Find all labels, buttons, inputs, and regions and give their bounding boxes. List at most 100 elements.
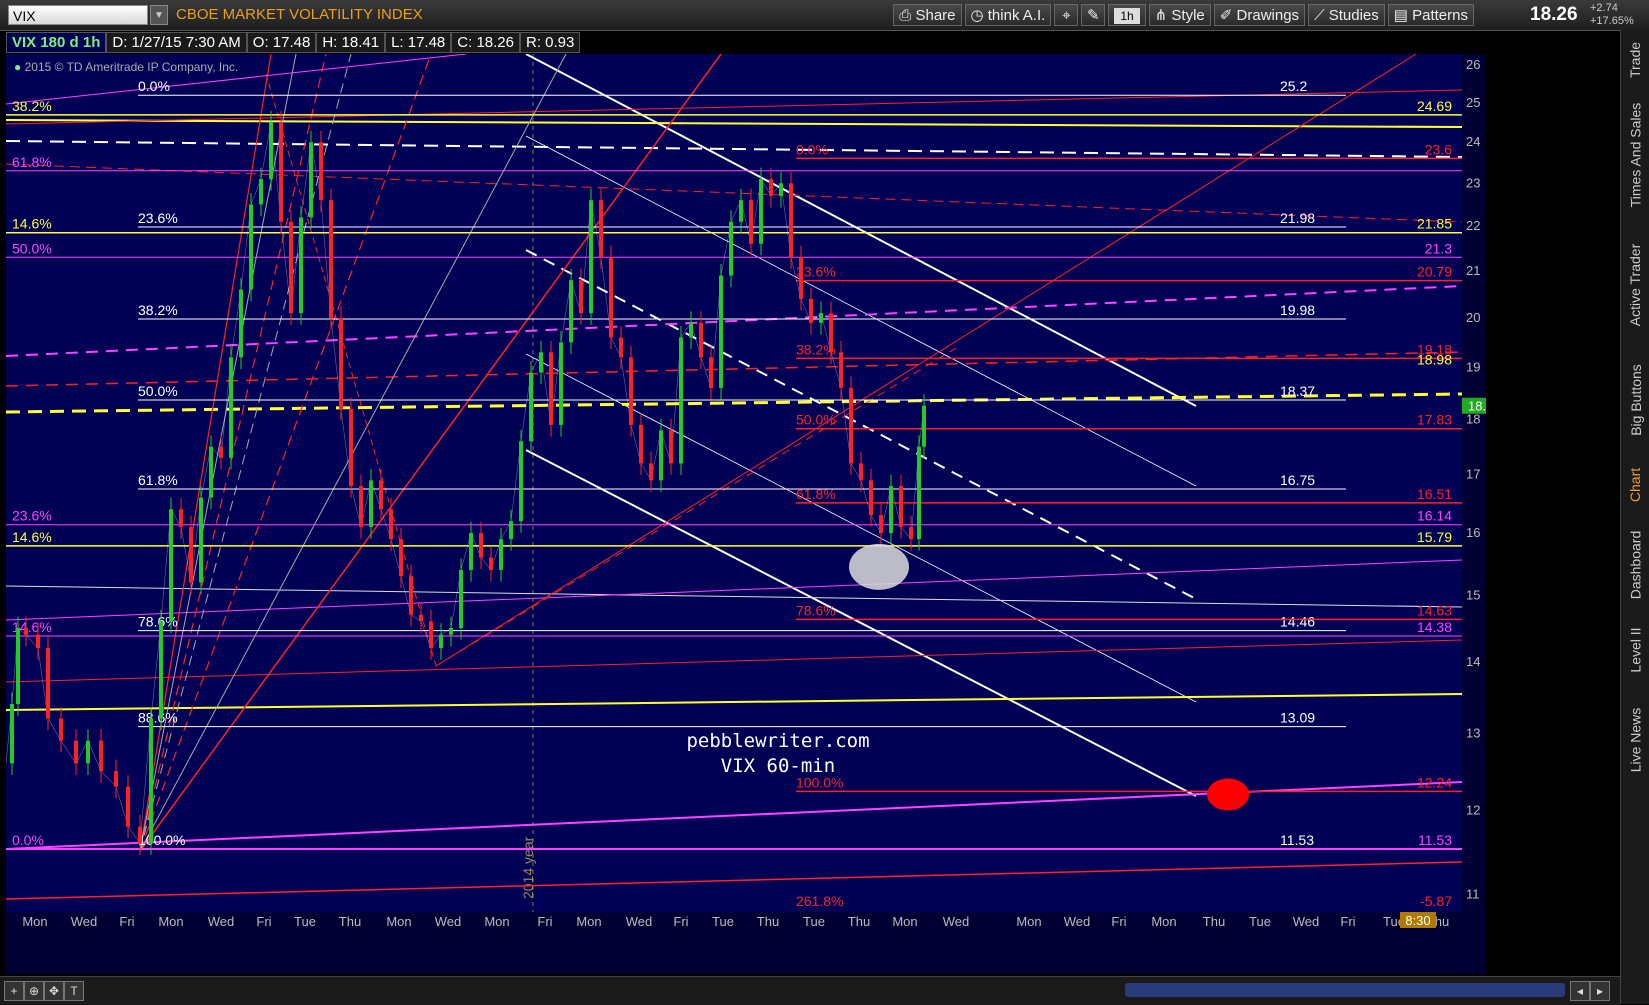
candle-body [699, 322, 703, 358]
info-symbol-period[interactable]: VIX 180 d 1h [6, 32, 107, 53]
candle-body [749, 200, 753, 244]
candle-body [289, 221, 293, 314]
y-tick-label: 21 [1466, 263, 1480, 278]
candle-body [299, 217, 303, 314]
sidebar-tab-big-buttons[interactable]: Big Buttons [1621, 350, 1649, 450]
candle-body [339, 317, 343, 409]
candle-body [579, 280, 583, 314]
think-ai-label: think A.I. [987, 7, 1046, 24]
candle-body [719, 275, 723, 388]
candle-body [639, 424, 643, 464]
fib-red-level-label: 0.0% [796, 141, 828, 157]
studies-label: Studies [1328, 7, 1379, 24]
top-toolbar: VIX ▼ CBOE MARKET VOLATILITY INDEX ⎙ Sha… [0, 0, 1649, 31]
candle-body [679, 337, 683, 464]
price-chart[interactable]: 2014 year 0.0% 25.2 23.6% 21.98 38.2% 19.98 50… [6, 54, 1486, 974]
copyright-logo-icon: ● [14, 60, 22, 74]
x-tick-label: Wed [208, 914, 235, 929]
candle-body [619, 337, 623, 358]
sidebar-tab-level-ii[interactable]: Level II [1621, 620, 1649, 680]
text-tool-icon[interactable]: T [64, 981, 84, 1001]
candle-body [86, 740, 90, 764]
settings-button[interactable]: ✎ [1081, 4, 1106, 26]
candle-body [59, 718, 63, 741]
y-tick-label: 11 [1466, 886, 1480, 901]
horizontal-scrollbar[interactable] [1125, 983, 1565, 997]
candle-body [499, 539, 503, 570]
symbol-description: CBOE MARKET VOLATILITY INDEX [176, 6, 423, 23]
candle-body [114, 771, 118, 787]
candle-body [849, 387, 853, 464]
x-tick-label: Thu [339, 914, 361, 929]
fib-yellow-level-label: 38.2% [12, 98, 52, 114]
sidebar-tab-times-and-sales[interactable]: Times And Sales [1621, 100, 1649, 210]
x-tick-label: Wed [1293, 914, 1320, 929]
style-button[interactable]: ⋔ Style [1148, 4, 1211, 26]
candle-body [889, 486, 893, 534]
zoom-icon[interactable]: ⊕ [24, 981, 44, 1001]
think-ai-button[interactable]: ◷ think A.I. [964, 4, 1052, 26]
x-tick-label: Mon [892, 914, 917, 929]
candle-body [809, 298, 813, 323]
fib-white-level-label: 23.6% [138, 210, 178, 226]
x-tick-label: Mon [158, 914, 183, 929]
fib-yellow-price-label: 24.69 [1417, 98, 1452, 114]
y-tick-label: 12 [1466, 802, 1480, 817]
symbol-input[interactable]: VIX [8, 5, 148, 25]
candle-body [659, 430, 663, 481]
candle-body [739, 200, 743, 222]
chart-tools-button[interactable]: ⌖ [1054, 4, 1079, 26]
candle-body [459, 569, 463, 628]
scroll-right-icon[interactable]: ▸ [1590, 981, 1610, 1001]
timeframe-button[interactable]: 1h [1108, 4, 1146, 26]
sidebar-tab-chart[interactable]: Chart [1621, 460, 1649, 510]
candle-body [539, 352, 543, 373]
x-tick-label: Fri [256, 914, 271, 929]
candle-body [149, 718, 153, 844]
timeframe-badge: 1h [1114, 8, 1140, 24]
fib-magenta-level-label: 61.8% [12, 154, 52, 170]
drawings-button[interactable]: ✐ Drawings [1213, 4, 1306, 26]
candle-body [859, 463, 863, 481]
fib-red-price-label: 17.83 [1417, 412, 1452, 428]
info-date: D: 1/27/15 7:30 AM [106, 32, 247, 53]
sidebar-tab-dashboard[interactable]: Dashboard [1621, 520, 1649, 610]
fib-yellow-price-label: 15.79 [1417, 529, 1452, 545]
scroll-left-icon[interactable]: ◂ [1570, 981, 1590, 1001]
symbol-dropdown-icon[interactable]: ▼ [150, 5, 168, 25]
sidebar-tab-label: Level II [1627, 627, 1644, 673]
crosshair-icon: ⌖ [1062, 7, 1071, 24]
candle-body [389, 509, 393, 540]
sidebar-tab-label: Live News [1627, 707, 1644, 773]
sidebar-tab-trade[interactable]: Trade [1621, 30, 1649, 90]
toolbar-tools: ⎙ Share ◷ think A.I. ⌖ ✎ 1h ⋔ Style ✐ Dr… [893, 4, 1474, 26]
sidebar-tab-active-trader[interactable]: Active Trader [1621, 230, 1649, 340]
candle-body [599, 200, 603, 258]
fib-white-price-label: 11.53 [1280, 832, 1314, 848]
candle-body [199, 497, 203, 583]
target-dot [1207, 778, 1249, 811]
candle-body [879, 515, 883, 534]
fib-red-level-label: 78.6% [796, 602, 836, 618]
y-tick-label: 13 [1466, 725, 1480, 740]
pan-icon[interactable]: ✥ [44, 981, 64, 1001]
candle-body [489, 557, 493, 570]
candle-body [399, 539, 403, 577]
x-tick-label: Thu [1203, 914, 1225, 929]
x-tick-label: Wed [1064, 914, 1091, 929]
candle-body [899, 486, 903, 528]
patterns-button[interactable]: ▤ Patterns [1387, 4, 1474, 26]
candle-body [349, 408, 353, 487]
fib-white-level-label: 100.0% [138, 832, 185, 848]
share-button[interactable]: ⎙ Share [893, 4, 962, 26]
studies-button[interactable]: ⟋ Studies [1308, 4, 1385, 26]
zoom-in-icon[interactable]: + [4, 981, 24, 1001]
candle-body [16, 627, 20, 705]
candle-body [126, 786, 130, 827]
y-tick-label: 20 [1466, 310, 1480, 325]
fib-magenta-level-label: 50.0% [12, 240, 52, 256]
sidebar-tab-live-news[interactable]: Live News [1621, 690, 1649, 790]
sidebar-tab-label: Times And Sales [1627, 102, 1644, 208]
info-range: R: 0.93 [520, 32, 581, 53]
candle-body [329, 200, 333, 318]
